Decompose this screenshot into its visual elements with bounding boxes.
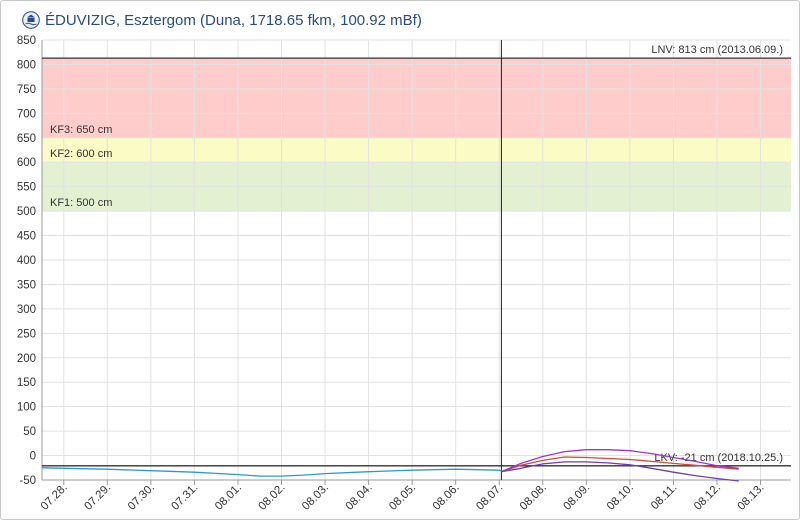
x-tick-label: 07.30. — [126, 482, 157, 513]
y-tick-label: 400 — [17, 255, 36, 267]
x-tick-label: 08.03. — [300, 482, 331, 513]
y-tick-label: 550 — [17, 182, 36, 194]
x-tick-label: 08.07. — [474, 482, 505, 513]
x-tick-label: 07.28. — [39, 482, 70, 513]
y-tick-label: 450 — [17, 231, 36, 243]
y-tick-label: 100 — [17, 402, 36, 414]
x-tick-label: 08.02. — [257, 482, 288, 513]
x-tick-label: 08.01. — [213, 482, 244, 513]
threshold-band — [42, 137, 791, 163]
water-level-chart: -50 0 50 100 150 200 250 300 350 400 450 500 550 600 6… — [17, 35, 791, 513]
x-tick-label: 08.09. — [561, 482, 592, 513]
y-tick-label: 200 — [17, 353, 36, 365]
series-line — [41, 467, 502, 477]
x-tick-label: 08.11. — [649, 482, 679, 512]
y-tick-label: 700 — [17, 108, 36, 120]
y-tick-label: 850 — [17, 35, 36, 47]
y-tick-label: 350 — [17, 279, 36, 291]
y-tick-label: 300 — [17, 304, 36, 316]
y-tick-label: 150 — [17, 377, 36, 389]
x-tick-label: 08.10. — [605, 482, 636, 513]
x-tick-label: 08.12. — [692, 482, 723, 513]
threshold-label: KF1: 500 cm — [50, 197, 112, 209]
y-tick-label: 0 — [30, 451, 36, 463]
series-line — [501, 461, 739, 482]
y-tick-label: 50 — [23, 426, 36, 438]
threshold-band — [42, 58, 791, 138]
reference-line-label: LNV: 813 cm (2013.06.09.) — [651, 44, 783, 56]
y-tick-label: 750 — [17, 84, 36, 96]
threshold-label: KF2: 600 cm — [50, 148, 112, 160]
y-tick-label: 800 — [17, 59, 36, 71]
x-tick-label: 08.05. — [387, 482, 418, 513]
x-tick-label: 08.08. — [518, 482, 549, 513]
x-tick-label: 07.29. — [82, 482, 113, 513]
y-tick-label: 600 — [17, 157, 36, 169]
x-tick-label: 08.04. — [344, 482, 375, 513]
y-tick-label: 650 — [17, 133, 36, 145]
y-tick-label: 250 — [17, 328, 36, 340]
x-tick-label: 07.31. — [169, 482, 200, 513]
y-tick-label: -50 — [19, 475, 36, 487]
threshold-label: KF3: 650 cm — [50, 124, 112, 136]
x-tick-label: 08.06. — [431, 482, 462, 513]
y-tick-label: 500 — [17, 206, 36, 218]
x-tick-label: 08.13. — [736, 482, 767, 513]
